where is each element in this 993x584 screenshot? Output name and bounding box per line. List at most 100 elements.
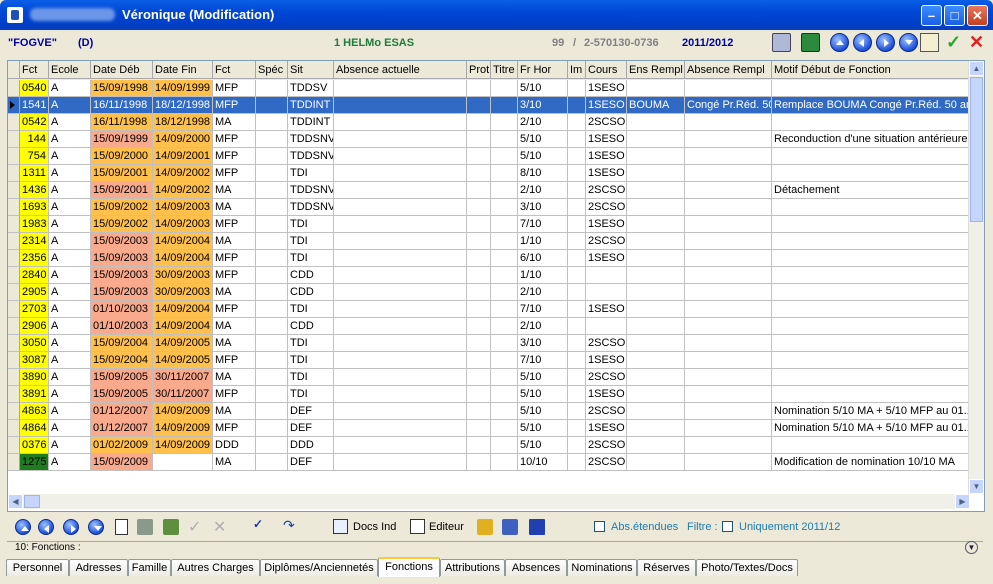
cell-sit[interactable]: TDDSNV <box>288 182 334 199</box>
cell-fct2[interactable]: MFP <box>213 165 256 182</box>
cell-deb[interactable]: 01/10/2003 <box>91 301 153 318</box>
cell-deb[interactable]: 15/09/2003 <box>91 267 153 284</box>
cell-ens[interactable] <box>627 216 685 233</box>
cell-titre[interactable] <box>491 216 518 233</box>
cell-motif[interactable] <box>772 165 970 182</box>
cell-spec[interactable] <box>256 352 288 369</box>
row-indicator[interactable] <box>8 267 20 284</box>
cell-motif[interactable] <box>772 148 970 165</box>
cell-cours[interactable]: 1SESO <box>586 250 627 267</box>
cell-fct[interactable]: 2703 <box>20 301 49 318</box>
cell-spec[interactable] <box>256 148 288 165</box>
cell-cours[interactable]: 1SESO <box>586 165 627 182</box>
cell-ens[interactable] <box>627 199 685 216</box>
cell-ens[interactable] <box>627 80 685 97</box>
cell-cours[interactable]: 2SCSO <box>586 233 627 250</box>
row-indicator[interactable] <box>8 182 20 199</box>
cell-ens[interactable] <box>627 131 685 148</box>
cell-spec[interactable] <box>256 386 288 403</box>
cell-abs[interactable] <box>334 420 467 437</box>
cell-frhor[interactable]: 5/10 <box>518 148 568 165</box>
cell-frhor[interactable]: 8/10 <box>518 165 568 182</box>
editor-icon[interactable] <box>410 519 425 534</box>
cell-im[interactable] <box>568 199 586 216</box>
table-row[interactable]: 1311 A 15/09/2001 14/09/2002 MFP TDI 8/10 1SESO <box>8 165 970 182</box>
cell-fin[interactable]: 30/09/2003 <box>153 284 213 301</box>
cell-prot[interactable] <box>467 437 491 454</box>
cell-ecole[interactable]: A <box>49 420 91 437</box>
cell-ens[interactable] <box>627 284 685 301</box>
tab-autres-charges[interactable]: Autres Charges <box>171 559 260 576</box>
cell-titre[interactable] <box>491 267 518 284</box>
row-indicator[interactable] <box>8 131 20 148</box>
cell-abs[interactable] <box>334 352 467 369</box>
cell-frhor[interactable]: 7/10 <box>518 301 568 318</box>
cell-titre[interactable] <box>491 420 518 437</box>
cell-spec[interactable] <box>256 267 288 284</box>
cell-deb[interactable]: 15/09/2001 <box>91 165 153 182</box>
cell-prot[interactable] <box>467 182 491 199</box>
cell-abs[interactable] <box>334 335 467 352</box>
cell-fct[interactable]: 1693 <box>20 199 49 216</box>
cell-deb[interactable]: 15/09/2004 <box>91 352 153 369</box>
cell-ens[interactable] <box>627 250 685 267</box>
cell-prot[interactable] <box>467 216 491 233</box>
cell-titre[interactable] <box>491 352 518 369</box>
cell-titre[interactable] <box>491 148 518 165</box>
cell-absr[interactable] <box>685 437 772 454</box>
cell-prot[interactable] <box>467 386 491 403</box>
cell-cours[interactable]: 1SESO <box>586 386 627 403</box>
cell-fct[interactable]: 3087 <box>20 352 49 369</box>
cell-spec[interactable] <box>256 335 288 352</box>
prev-record-icon[interactable] <box>853 33 872 52</box>
cell-im[interactable] <box>568 233 586 250</box>
cell-fct[interactable]: 2905 <box>20 284 49 301</box>
cell-abs[interactable] <box>334 97 467 114</box>
scroll-left-icon[interactable]: ◀ <box>8 494 23 509</box>
cell-frhor[interactable]: 1/10 <box>518 233 568 250</box>
cell-fct2[interactable]: MA <box>213 114 256 131</box>
prev-row-icon[interactable] <box>38 519 54 535</box>
next-record-icon[interactable] <box>876 33 895 52</box>
column-header[interactable]: Ens Rempl <box>627 61 685 79</box>
column-header[interactable]: Fct <box>20 61 49 79</box>
cell-motif[interactable] <box>772 369 970 386</box>
column-header[interactable]: Prot <box>467 61 491 79</box>
cell-fct2[interactable]: MFP <box>213 420 256 437</box>
cell-cours[interactable]: 1SESO <box>586 352 627 369</box>
column-header[interactable]: Cours <box>586 61 627 79</box>
row-indicator[interactable] <box>8 199 20 216</box>
cell-spec[interactable] <box>256 318 288 335</box>
cell-ecole[interactable]: A <box>49 318 91 335</box>
cell-fct2[interactable]: MFP <box>213 386 256 403</box>
uniquement-checkbox[interactable] <box>722 521 733 532</box>
cell-fin[interactable]: 18/12/1998 <box>153 114 213 131</box>
cell-fin[interactable] <box>153 454 213 471</box>
vertical-scrollbar[interactable]: ▲ ▼ <box>968 61 984 494</box>
horizontal-scrollbar[interactable]: ◀ ▶ <box>8 494 970 509</box>
cell-spec[interactable] <box>256 369 288 386</box>
cell-fct[interactable]: 1436 <box>20 182 49 199</box>
cell-motif[interactable] <box>772 216 970 233</box>
scroll-right-icon[interactable]: ▶ <box>955 494 970 509</box>
cell-spec[interactable] <box>256 454 288 471</box>
cell-motif[interactable]: Reconduction d'une situation antérieure <box>772 131 970 148</box>
cell-fin[interactable]: 30/09/2003 <box>153 267 213 284</box>
cell-fct[interactable]: 1983 <box>20 216 49 233</box>
table-row[interactable]: 1436 A 15/09/2001 14/09/2002 MA TDDSNV 2/10 2SC… <box>8 182 970 199</box>
tab-photo-textes-docs[interactable]: Photo/Textes/Docs <box>696 559 798 576</box>
cell-fct[interactable]: 3050 <box>20 335 49 352</box>
row-indicator[interactable] <box>8 318 20 335</box>
cell-im[interactable] <box>568 403 586 420</box>
cell-titre[interactable] <box>491 386 518 403</box>
column-header[interactable]: Motif Début de Fonction <box>772 61 970 79</box>
cell-abs[interactable] <box>334 233 467 250</box>
cell-fct2[interactable]: MFP <box>213 267 256 284</box>
cell-titre[interactable] <box>491 114 518 131</box>
confirm-disabled-icon[interactable]: ✓ <box>188 517 207 536</box>
last-record-icon[interactable] <box>899 33 918 52</box>
cell-frhor[interactable]: 2/10 <box>518 284 568 301</box>
cell-ecole[interactable]: A <box>49 233 91 250</box>
cell-ens[interactable] <box>627 454 685 471</box>
cell-deb[interactable]: 15/09/2005 <box>91 369 153 386</box>
